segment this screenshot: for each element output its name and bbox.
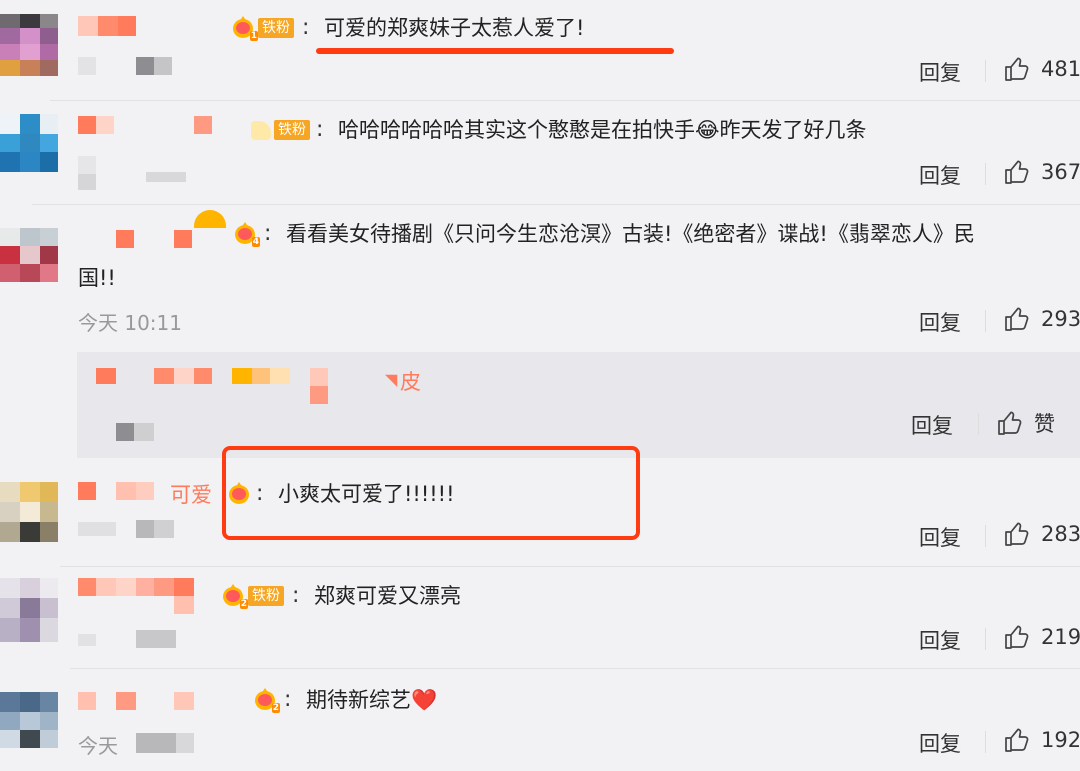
comment-text: 哈哈哈哈哈哈其实这个憨憨是在拍快手😂昨天发了好几条 <box>338 116 867 144</box>
row-divider <box>60 566 1080 567</box>
avatar[interactable] <box>0 482 58 542</box>
crown-icon: 2 <box>222 584 248 609</box>
thumbs-up-icon <box>1005 728 1029 752</box>
timestamp: 今天 10:11 <box>78 311 182 335</box>
thumbs-up-icon <box>1005 160 1029 184</box>
reply-button[interactable]: 回复 <box>919 625 961 655</box>
avatar[interactable] <box>0 578 58 642</box>
fan-badge[interactable]: 铁粉 <box>250 118 310 142</box>
avatar[interactable] <box>0 14 58 76</box>
colon: : <box>292 583 300 608</box>
reply-button[interactable]: 回复 <box>919 522 961 552</box>
fan-badge-label: 铁粉 <box>258 18 294 38</box>
thumbs-up-icon <box>1005 522 1029 546</box>
fan-badge-label: 铁粉 <box>274 120 310 140</box>
nested-like-button[interactable]: 赞 <box>996 408 1055 438</box>
divider <box>985 731 986 753</box>
comment-text: 看看美女待播剧《只问今生恋沧溟》古装!《绝密者》谍战!《翡翠恋人》民 <box>286 222 975 246</box>
nested-reply-button[interactable]: 回复 <box>911 410 953 440</box>
avatar[interactable] <box>0 692 58 748</box>
highlight-box <box>222 446 640 540</box>
row-divider <box>70 668 1080 669</box>
like-count: 192 <box>1041 728 1080 752</box>
divider <box>985 163 986 185</box>
comment-text: 可爱的郑爽妹子太惹人爱了! <box>324 16 585 40</box>
like-count: 283 <box>1041 522 1080 546</box>
like-count: 293 <box>1041 307 1080 331</box>
row-divider <box>32 204 1080 205</box>
thumbs-up-icon <box>1005 625 1029 649</box>
colon: : <box>264 221 272 246</box>
laughing-emoji-icon: 😂 <box>695 118 720 142</box>
like-button[interactable]: 192 <box>1003 726 1080 754</box>
like-count: 219 <box>1041 625 1080 649</box>
comment-text-part: 哈哈哈哈哈哈其实这个憨憨是在拍快手 <box>338 118 695 142</box>
comment-text-line2: 国!! <box>78 266 116 290</box>
crown-icon: 1 <box>232 16 258 41</box>
colon: : <box>284 687 292 712</box>
timestamp: 今天 <box>78 734 118 758</box>
like-button[interactable]: 283 <box>1003 520 1080 548</box>
divider <box>985 525 986 547</box>
reply-button[interactable]: 回复 <box>919 57 961 87</box>
like-button[interactable]: 293 <box>1003 305 1080 333</box>
reply-button[interactable]: 回复 <box>919 728 961 758</box>
fan-badge-label: 铁粉 <box>248 586 284 606</box>
reply-button[interactable]: 回复 <box>919 307 961 337</box>
comment-text: 期待新综艺❤️ <box>306 686 437 714</box>
colon: : <box>302 15 310 40</box>
comment-text: 郑爽可爱又漂亮 <box>314 584 461 608</box>
like-button[interactable]: 481 <box>1003 55 1080 83</box>
fan-badge[interactable]: 2 <box>254 688 280 713</box>
comment-text-part: 期待新综艺 <box>306 688 411 712</box>
fan-badge[interactable]: 4 <box>234 222 260 247</box>
like-count: 367 <box>1041 160 1080 184</box>
avatar[interactable] <box>0 228 58 282</box>
nested-username-tail[interactable]: 皮 <box>400 368 421 396</box>
divider <box>985 60 986 82</box>
comment-text-part: 昨天发了好几条 <box>719 118 867 142</box>
crown-icon: 2 <box>254 688 280 713</box>
heart-emoji-icon: ❤️ <box>411 688 438 712</box>
thumbs-up-icon <box>1005 307 1029 331</box>
nested-reply <box>77 352 1080 458</box>
like-count: 481 <box>1041 57 1080 81</box>
divider <box>985 628 986 650</box>
thumbs-up-icon <box>998 411 1022 435</box>
divider <box>985 310 986 332</box>
reply-button[interactable]: 回复 <box>919 160 961 190</box>
row-divider <box>50 100 1080 101</box>
thumbs-up-icon <box>1005 57 1029 81</box>
like-button[interactable]: 367 <box>1003 158 1080 186</box>
badge-icon <box>250 118 272 142</box>
avatar[interactable] <box>0 114 58 172</box>
highlight-underline <box>316 48 674 54</box>
like-label: 赞 <box>1034 412 1055 436</box>
crown-icon: 4 <box>234 222 260 247</box>
like-button[interactable]: 219 <box>1003 623 1080 651</box>
fan-badge[interactable]: 1 铁粉 <box>232 16 294 41</box>
cursor-arrow-icon: ◥ <box>385 370 398 389</box>
fan-badge[interactable]: 2 铁粉 <box>222 584 284 609</box>
colon: : <box>316 117 324 142</box>
divider <box>978 413 979 435</box>
username-visible[interactable]: 可爱 <box>170 481 212 509</box>
